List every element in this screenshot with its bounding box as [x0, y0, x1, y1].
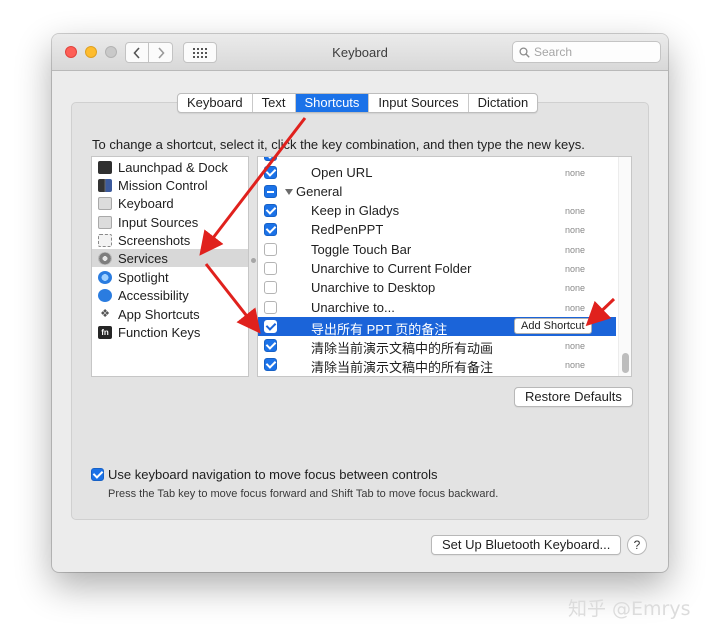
fn-key-icon: fn — [98, 325, 112, 339]
category-services[interactable]: Services — [92, 249, 248, 267]
watermark-text: 知乎 @Emrys — [568, 598, 691, 620]
input-sources-icon — [98, 215, 112, 229]
shortcut-value: none — [565, 360, 586, 370]
shortcut-checkbox[interactable] — [264, 320, 277, 333]
shortcut-checkbox[interactable] — [264, 301, 277, 314]
category-label: Screenshots — [118, 232, 191, 248]
shortcut-value: none — [565, 206, 586, 216]
category-label: Accessibility — [118, 287, 189, 303]
shortcut-categories-list: Launchpad & Dock Mission Control Keyboar… — [91, 156, 249, 377]
shortcut-checkbox[interactable] — [264, 204, 277, 217]
shortcut-row[interactable]: Keep in Gladys none — [258, 201, 616, 220]
category-label: Launchpad & Dock — [118, 159, 228, 175]
title-bar: Keyboard — [52, 34, 668, 71]
split-view-handle[interactable] — [251, 258, 256, 263]
setup-bluetooth-keyboard-button[interactable]: Set Up Bluetooth Keyboard... — [431, 535, 622, 555]
category-label: Services — [118, 250, 168, 266]
help-button[interactable]: ? — [627, 535, 647, 555]
shortcut-row[interactable]: 清除当前演示文稿中的所有备注 none — [258, 355, 616, 375]
shortcut-value: none — [565, 341, 586, 351]
keyboard-navigation-label: Use keyboard navigation to move focus be… — [108, 467, 438, 482]
shortcut-name: 清除当前演示文稿中的所有备注 — [311, 360, 494, 375]
vertical-scrollbar[interactable] — [618, 157, 631, 376]
accessibility-icon — [98, 288, 112, 302]
shortcut-value: none — [565, 168, 586, 178]
shortcut-row[interactable]: RedPenPPT none — [258, 220, 616, 239]
keyboard-preferences-window: Keyboard Keyboard Text Shortcuts Input S… — [52, 34, 668, 572]
restore-defaults-button[interactable]: Restore Defaults — [514, 387, 633, 407]
shortcut-value: none — [565, 303, 586, 313]
category-function-keys[interactable]: fn Function Keys — [92, 323, 248, 341]
shortcuts-list: Open URL none General Keep in Gladys non… — [257, 156, 632, 377]
disclosure-triangle-icon[interactable] — [285, 189, 293, 195]
tab-keyboard[interactable]: Keyboard — [178, 94, 253, 112]
group-name: General — [296, 184, 343, 199]
shortcut-value: none — [565, 225, 586, 235]
launchpad-dock-icon — [98, 160, 112, 174]
search-icon — [519, 46, 530, 58]
shortcut-row[interactable]: Open URL none — [258, 163, 616, 182]
scrollbar-thumb[interactable] — [622, 353, 629, 373]
category-input-sources[interactable]: Input Sources — [92, 213, 248, 231]
tab-input-sources[interactable]: Input Sources — [369, 94, 469, 112]
shortcut-name: Unarchive to... — [311, 300, 395, 315]
category-label: Spotlight — [118, 269, 169, 285]
shortcut-name: RedPenPPT — [311, 222, 384, 237]
shortcut-checkbox[interactable] — [264, 262, 277, 275]
shortcut-name: Keep in Gladys — [311, 203, 400, 218]
screenshots-icon — [98, 233, 112, 247]
services-gear-icon — [98, 251, 112, 265]
keyboard-icon — [98, 196, 112, 210]
tab-bar: Keyboard Text Shortcuts Input Sources Di… — [177, 93, 539, 113]
shortcut-checkbox[interactable] — [264, 281, 277, 294]
category-label: Mission Control — [118, 177, 208, 193]
category-label: Input Sources — [118, 214, 199, 230]
category-label: Function Keys — [118, 324, 201, 340]
tab-dictation[interactable]: Dictation — [469, 94, 538, 112]
keyboard-navigation-checkbox[interactable] — [91, 468, 104, 481]
app-shortcuts-icon: ❖ — [100, 307, 110, 320]
shortcut-value: none — [565, 264, 586, 274]
shortcut-checkbox[interactable] — [264, 166, 277, 179]
mission-control-icon — [98, 178, 112, 192]
shortcut-row[interactable]: Unarchive to Desktop none — [258, 278, 616, 297]
shortcut-name: Open URL — [311, 165, 373, 180]
shortcut-name: Toggle Touch Bar — [311, 242, 412, 257]
search-field[interactable] — [512, 41, 661, 63]
category-label: Keyboard — [118, 195, 174, 211]
category-launchpad-dock[interactable]: Launchpad & Dock — [92, 158, 248, 176]
shortcut-row[interactable]: 清除当前演示文稿中的所有动画 none — [258, 336, 616, 356]
tab-text[interactable]: Text — [253, 94, 296, 112]
shortcut-name: Unarchive to Current Folder — [311, 261, 472, 276]
shortcut-name: Unarchive to Desktop — [311, 280, 436, 295]
shortcut-checkbox[interactable] — [264, 223, 277, 236]
shortcut-group-row[interactable]: General — [258, 182, 616, 201]
shortcut-row-selected[interactable]: 导出所有 PPT 页的备注 Add Shortcut — [258, 317, 616, 337]
shortcut-row[interactable]: Toggle Touch Bar none — [258, 240, 616, 259]
category-screenshots[interactable]: Screenshots — [92, 231, 248, 249]
category-keyboard[interactable]: Keyboard — [92, 194, 248, 212]
category-mission-control[interactable]: Mission Control — [92, 176, 248, 194]
shortcut-value: none — [565, 245, 586, 255]
add-shortcut-button[interactable]: Add Shortcut — [514, 318, 592, 334]
shortcut-row[interactable]: Unarchive to... none — [258, 298, 616, 317]
category-label: App Shortcuts — [118, 306, 200, 322]
shortcut-row[interactable]: Unarchive to Current Folder none — [258, 259, 616, 278]
spotlight-icon — [98, 270, 112, 284]
instruction-text: To change a shortcut, select it, click t… — [92, 137, 585, 152]
category-accessibility[interactable]: Accessibility — [92, 286, 248, 304]
group-checkbox[interactable] — [264, 185, 277, 198]
shortcut-checkbox[interactable] — [264, 243, 277, 256]
search-input[interactable] — [534, 45, 654, 59]
shortcut-checkbox[interactable] — [264, 358, 277, 371]
shortcut-value: none — [565, 283, 586, 293]
shortcut-checkbox[interactable] — [264, 339, 277, 352]
category-app-shortcuts[interactable]: ❖ App Shortcuts — [92, 305, 248, 323]
keyboard-navigation-help-text: Press the Tab key to move focus forward … — [108, 488, 499, 500]
checkbox-partial-row[interactable] — [264, 157, 277, 161]
tab-shortcuts[interactable]: Shortcuts — [295, 94, 370, 112]
category-spotlight[interactable]: Spotlight — [92, 268, 248, 286]
